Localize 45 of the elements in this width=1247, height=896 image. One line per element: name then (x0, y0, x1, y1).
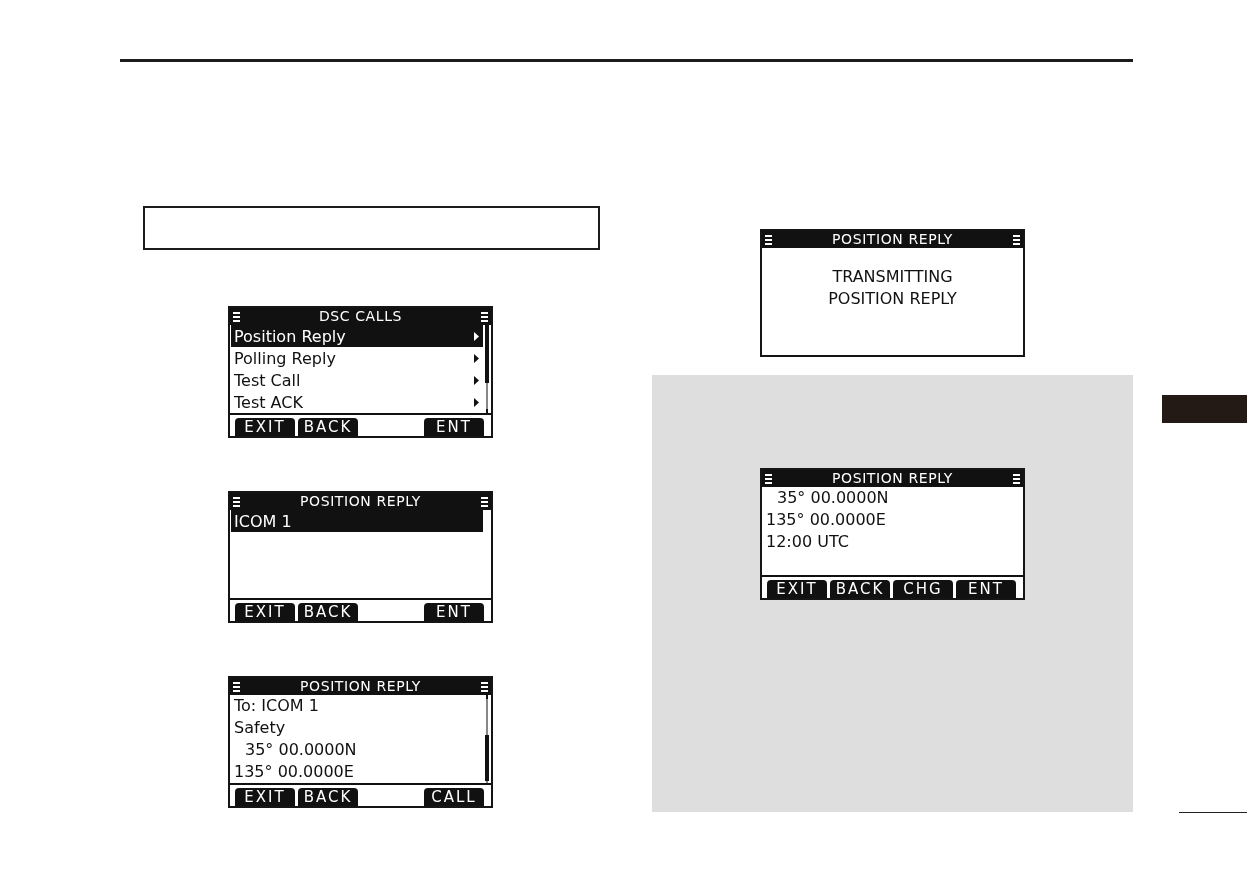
menu-icon (233, 311, 240, 322)
menu-icon (765, 473, 772, 484)
softkey[interactable]: BACK (830, 580, 890, 598)
caret-right-icon (474, 397, 479, 407)
softkey[interactable]: EXIT (235, 418, 295, 436)
lcd-text-line: 35° 00.0000N (776, 487, 889, 509)
menu-item[interactable]: Test ACK (231, 391, 483, 413)
softkey[interactable]: CHG (893, 580, 953, 598)
lcd-text-line: Safety (233, 717, 286, 739)
menu-icon (233, 681, 240, 692)
menu-icon (765, 234, 772, 245)
softkey[interactable]: EXIT (235, 603, 295, 621)
menu-icon (481, 311, 488, 322)
menu-icon (481, 496, 488, 507)
caret-right-icon (474, 353, 479, 363)
lcd-title: POSITION REPLY (300, 493, 421, 510)
menu-icon (1013, 473, 1020, 484)
lcd-text-line: 135° 00.0000E (765, 509, 886, 531)
menu-item[interactable]: ICOM 1 (231, 510, 483, 532)
lcd-title: DSC CALLS (318, 308, 403, 325)
softkey[interactable]: ENT (424, 418, 484, 436)
softkey[interactable]: CALL (424, 788, 484, 806)
lcd-title: POSITION REPLY (300, 678, 421, 695)
menu-item[interactable]: Test Call (231, 369, 483, 391)
lcd-text-line: To: ICOM 1 (233, 695, 319, 717)
softkey[interactable]: BACK (298, 418, 358, 436)
softkey[interactable]: EXIT (235, 788, 295, 806)
caret-right-icon (474, 331, 479, 341)
menu-item[interactable]: Position Reply (231, 325, 483, 347)
softkey[interactable]: ENT (424, 603, 484, 621)
menu-icon (233, 496, 240, 507)
menu-icon (1013, 234, 1020, 245)
menu-item[interactable]: Polling Reply (231, 347, 483, 369)
lcd-title: POSITION REPLY (832, 231, 953, 248)
lcd-text-line: 35° 00.0000N (244, 739, 357, 761)
softkey[interactable]: ENT (956, 580, 1016, 598)
softkey[interactable]: EXIT (767, 580, 827, 598)
lcd-message: TRANSMITTING POSITION REPLY (828, 266, 957, 310)
menu-icon (481, 681, 488, 692)
lcd-text-line: 135° 00.0000E (233, 761, 354, 783)
caret-right-icon (474, 375, 479, 385)
lcd-text-line: 12:00 UTC (765, 531, 849, 553)
softkey[interactable]: BACK (298, 788, 358, 806)
softkey[interactable]: BACK (298, 603, 358, 621)
lcd-title: POSITION REPLY (832, 470, 953, 487)
